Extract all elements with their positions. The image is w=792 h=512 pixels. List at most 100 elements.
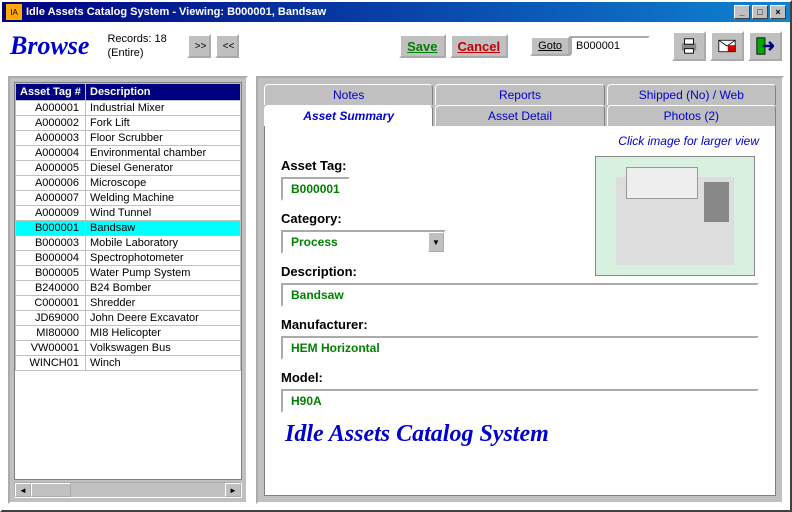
- cell-tag: B240000: [16, 281, 86, 296]
- tab-body: Click image for larger view Asset Tag: B…: [264, 126, 776, 496]
- nav-next-button[interactable]: >>: [187, 34, 211, 58]
- goto-input[interactable]: [570, 36, 650, 56]
- cell-desc: Fork Lift: [86, 116, 241, 131]
- scroll-thumb[interactable]: [31, 483, 71, 497]
- image-hint: Click image for larger view: [281, 134, 759, 148]
- records-info: Records: 18 (Entire): [107, 32, 166, 60]
- close-button[interactable]: ×: [770, 5, 786, 19]
- cancel-button[interactable]: Cancel: [450, 34, 509, 58]
- cell-tag: A000006: [16, 176, 86, 191]
- cell-desc: MI8 Helicopter: [86, 326, 241, 341]
- table-row[interactable]: WINCH01Winch: [16, 356, 241, 371]
- table-row[interactable]: B000005Water Pump System: [16, 266, 241, 281]
- cell-desc: Winch: [86, 356, 241, 371]
- cell-desc: Industrial Mixer: [86, 101, 241, 116]
- maximize-button[interactable]: □: [752, 5, 768, 19]
- label-manufacturer: Manufacturer:: [281, 317, 759, 332]
- category-combo[interactable]: Process ▼: [281, 230, 446, 254]
- table-row[interactable]: B000001Bandsaw: [16, 221, 241, 236]
- cell-desc: Shredder: [86, 296, 241, 311]
- table-row[interactable]: A000005Diesel Generator: [16, 161, 241, 176]
- cell-desc: Spectrophotometer: [86, 251, 241, 266]
- cell-tag: A000009: [16, 206, 86, 221]
- cell-tag: A000007: [16, 191, 86, 206]
- cell-tag: VW00001: [16, 341, 86, 356]
- cell-desc: John Deere Excavator: [86, 311, 241, 326]
- cell-tag: A000002: [16, 116, 86, 131]
- table-row[interactable]: A000003Floor Scrubber: [16, 131, 241, 146]
- table-row[interactable]: C000001Shredder: [16, 296, 241, 311]
- cell-desc: Environmental chamber: [86, 146, 241, 161]
- cell-tag: C000001: [16, 296, 86, 311]
- cell-desc: Diesel Generator: [86, 161, 241, 176]
- table-row[interactable]: A000002Fork Lift: [16, 116, 241, 131]
- minimize-button[interactable]: _: [734, 5, 750, 19]
- table-row[interactable]: A000006Microscope: [16, 176, 241, 191]
- cell-desc: Volkswagen Bus: [86, 341, 241, 356]
- asset-grid[interactable]: Asset Tag # Description A000001Industria…: [14, 82, 242, 480]
- tab-notes[interactable]: Notes: [264, 84, 433, 105]
- detail-panel: NotesReportsShipped (No) / Web Asset Sum…: [256, 76, 784, 504]
- exit-button[interactable]: [748, 31, 782, 61]
- main-window: IA Idle Assets Catalog System - Viewing:…: [0, 0, 792, 512]
- cell-desc: Wind Tunnel: [86, 206, 241, 221]
- col-header-tag[interactable]: Asset Tag #: [16, 84, 86, 101]
- tab-photos-2-[interactable]: Photos (2): [607, 105, 776, 126]
- value-manufacturer: HEM Horizontal: [281, 336, 759, 360]
- chevron-down-icon[interactable]: ▼: [428, 232, 444, 252]
- scroll-right-button[interactable]: ►: [225, 483, 241, 497]
- cell-desc: Mobile Laboratory: [86, 236, 241, 251]
- table-row[interactable]: A000009Wind Tunnel: [16, 206, 241, 221]
- cell-tag: A000003: [16, 131, 86, 146]
- printer-icon: [680, 37, 698, 55]
- cell-tag: B000001: [16, 221, 86, 236]
- table-row[interactable]: JD69000John Deere Excavator: [16, 311, 241, 326]
- titlebar-text: Idle Assets Catalog System - Viewing: B0…: [26, 6, 734, 18]
- table-row[interactable]: A000001Industrial Mixer: [16, 101, 241, 116]
- bandsaw-image: [616, 177, 734, 265]
- value-description: Bandsaw: [281, 283, 759, 307]
- browse-title: Browse: [10, 31, 89, 61]
- tab-asset-detail[interactable]: Asset Detail: [435, 105, 604, 126]
- tab-asset-summary[interactable]: Asset Summary: [264, 105, 433, 126]
- table-row[interactable]: B000004Spectrophotometer: [16, 251, 241, 266]
- envelope-icon: [718, 38, 736, 54]
- cell-tag: WINCH01: [16, 356, 86, 371]
- table-row[interactable]: B000003Mobile Laboratory: [16, 236, 241, 251]
- cell-tag: B000003: [16, 236, 86, 251]
- cell-tag: MI80000: [16, 326, 86, 341]
- col-header-desc[interactable]: Description: [86, 84, 241, 101]
- tab-shipped-no-web[interactable]: Shipped (No) / Web: [607, 84, 776, 105]
- table-row[interactable]: B240000B24 Bomber: [16, 281, 241, 296]
- exit-icon: [756, 35, 774, 57]
- cell-tag: A000001: [16, 101, 86, 116]
- cell-desc: B24 Bomber: [86, 281, 241, 296]
- save-button[interactable]: Save: [399, 34, 445, 58]
- table-row[interactable]: MI80000MI8 Helicopter: [16, 326, 241, 341]
- table-row[interactable]: A000004Environmental chamber: [16, 146, 241, 161]
- value-asset-tag: B000001: [281, 177, 350, 201]
- value-model: H90A: [281, 389, 759, 413]
- goto-button[interactable]: Goto: [530, 36, 570, 56]
- tab-reports[interactable]: Reports: [435, 84, 604, 105]
- content-area: Asset Tag # Description A000001Industria…: [2, 70, 790, 510]
- titlebar: IA Idle Assets Catalog System - Viewing:…: [2, 2, 790, 22]
- cell-tag: JD69000: [16, 311, 86, 326]
- print-button[interactable]: [672, 31, 706, 61]
- cell-desc: Welding Machine: [86, 191, 241, 206]
- horizontal-scrollbar[interactable]: ◄ ►: [14, 482, 242, 498]
- app-icon: IA: [6, 4, 22, 20]
- mail-button[interactable]: [710, 31, 744, 61]
- cell-desc: Microscope: [86, 176, 241, 191]
- cell-desc: Water Pump System: [86, 266, 241, 281]
- table-row[interactable]: VW00001Volkswagen Bus: [16, 341, 241, 356]
- cell-tag: A000005: [16, 161, 86, 176]
- asset-thumbnail[interactable]: [595, 156, 755, 276]
- cell-tag: A000004: [16, 146, 86, 161]
- scroll-left-button[interactable]: ◄: [15, 483, 31, 497]
- cell-desc: Bandsaw: [86, 221, 241, 236]
- table-row[interactable]: A000007Welding Machine: [16, 191, 241, 206]
- category-value: Process: [283, 232, 428, 252]
- nav-prev-button[interactable]: <<: [215, 34, 239, 58]
- records-count: Records: 18: [107, 32, 166, 46]
